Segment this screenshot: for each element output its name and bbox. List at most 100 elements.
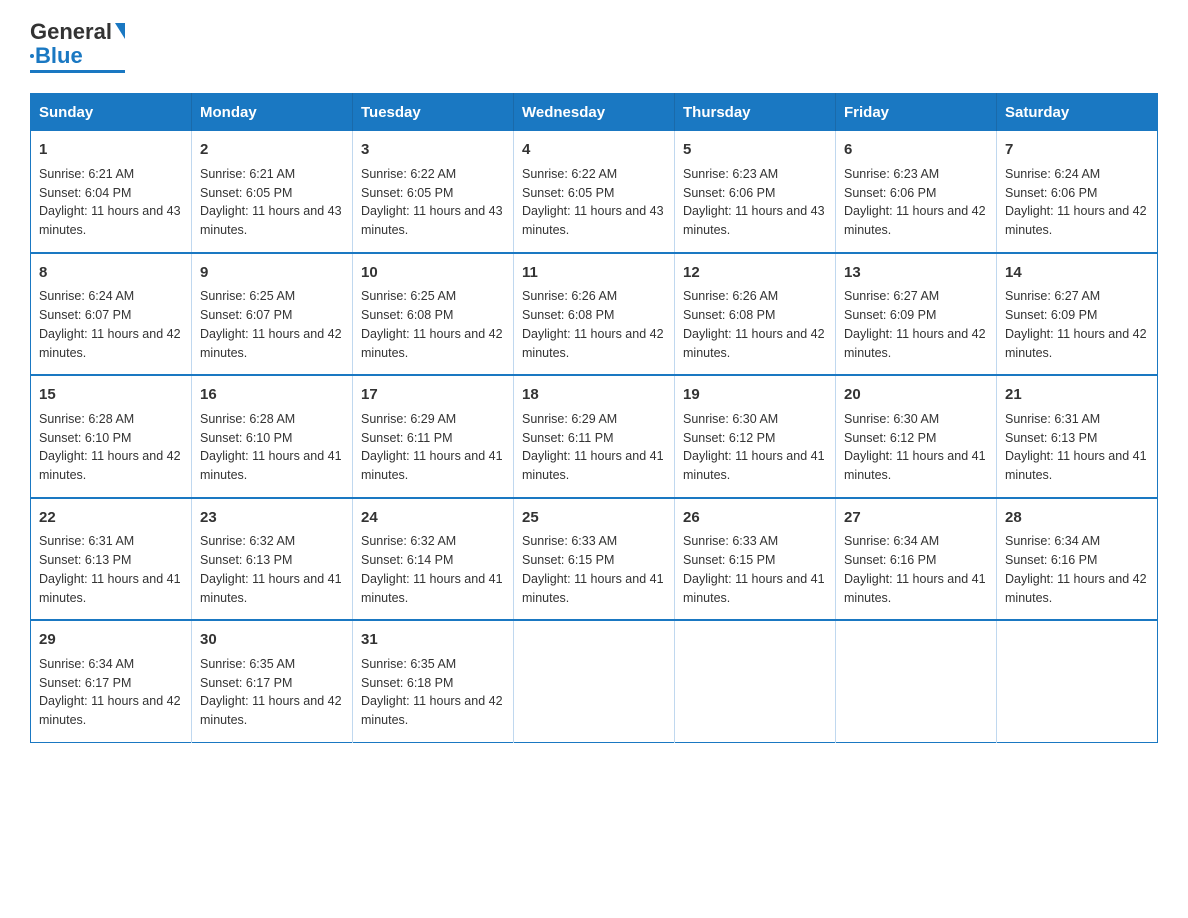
- sunrise-info: Sunrise: 6:30 AM: [844, 412, 939, 426]
- calendar-cell: 1Sunrise: 6:21 AMSunset: 6:04 PMDaylight…: [31, 131, 192, 253]
- daylight-info: Daylight: 11 hours and 41 minutes.: [683, 572, 825, 605]
- calendar-week-row: 15 Sunrise: 6:28 AM Sunset: 6:10 PM Dayligh…: [31, 375, 1158, 498]
- calendar-cell: [836, 620, 997, 742]
- calendar-cell: 13Sunrise: 6:27 AMSunset: 6:09 PMDayligh…: [836, 253, 997, 376]
- day-number: 8: [39, 262, 183, 285]
- sunset-info: Sunset: 6:15 PM: [683, 553, 775, 567]
- logo-text-blue: Blue: [35, 44, 83, 68]
- calendar-table: SundayMondayTuesdayWednesdayThursdayFrid…: [30, 93, 1158, 743]
- daylight-info: Daylight: 11 hours and 43 minutes.: [361, 204, 503, 237]
- daylight-info: Daylight: 11 hours and 42 minutes.: [361, 327, 503, 360]
- column-header-saturday: Saturday: [997, 94, 1158, 132]
- day-number: 29: [39, 629, 183, 652]
- sunset-info: Sunset: 6:07 PM: [39, 308, 131, 322]
- sunrise-info: Sunrise: 6:23 AM: [683, 167, 778, 181]
- logo-underline: [30, 70, 125, 73]
- daylight-info: Daylight: 11 hours and 42 minutes.: [844, 327, 986, 360]
- calendar-cell: 9Sunrise: 6:25 AMSunset: 6:07 PMDaylight…: [192, 253, 353, 376]
- day-number: 2: [200, 139, 344, 162]
- day-number: 15: [39, 384, 183, 407]
- calendar-cell: 31Sunrise: 6:35 AMSunset: 6:18 PMDayligh…: [353, 620, 514, 742]
- daylight-info: Daylight: 11 hours and 43 minutes.: [200, 204, 342, 237]
- sunset-info: Sunset: 6:04 PM: [39, 186, 131, 200]
- sunset-info: Sunset: 6:13 PM: [200, 553, 292, 567]
- calendar-cell: [675, 620, 836, 742]
- daylight-info: Daylight: 11 hours and 41 minutes.: [200, 449, 342, 482]
- day-number: 13: [844, 262, 988, 285]
- calendar-cell: 15 Sunrise: 6:28 AM Sunset: 6:10 PM Dayligh…: [31, 375, 192, 498]
- daylight-info: Daylight: 11 hours and 43 minutes.: [522, 204, 664, 237]
- sunrise-info: Sunrise: 6:28 AM: [39, 412, 134, 426]
- sunset-info: Sunset: 6:06 PM: [683, 186, 775, 200]
- calendar-cell: 23Sunrise: 6:32 AMSunset: 6:13 PMDayligh…: [192, 498, 353, 621]
- sunrise-info: Sunrise: 6:24 AM: [39, 289, 134, 303]
- day-number: 14: [1005, 262, 1149, 285]
- calendar-cell: 7Sunrise: 6:24 AMSunset: 6:06 PMDaylight…: [997, 131, 1158, 253]
- day-number: 17: [361, 384, 505, 407]
- calendar-cell: 11Sunrise: 6:26 AMSunset: 6:08 PMDayligh…: [514, 253, 675, 376]
- sunrise-info: Sunrise: 6:33 AM: [683, 534, 778, 548]
- sunrise-info: Sunrise: 6:27 AM: [1005, 289, 1100, 303]
- sunrise-info: Sunrise: 6:31 AM: [1005, 412, 1100, 426]
- sunset-info: Sunset: 6:06 PM: [844, 186, 936, 200]
- logo-text-general: General: [30, 20, 112, 44]
- page-header: General Blue: [30, 20, 1158, 73]
- day-number: 11: [522, 262, 666, 285]
- sunrise-info: Sunrise: 6:24 AM: [1005, 167, 1100, 181]
- day-number: 26: [683, 507, 827, 530]
- sunrise-info: Sunrise: 6:23 AM: [844, 167, 939, 181]
- sunrise-info: Sunrise: 6:22 AM: [361, 167, 456, 181]
- daylight-info: Daylight: 11 hours and 42 minutes.: [39, 327, 181, 360]
- day-number: 1: [39, 139, 183, 162]
- sunset-info: Sunset: 6:10 PM: [200, 431, 292, 445]
- calendar-cell: 30Sunrise: 6:35 AMSunset: 6:17 PMDayligh…: [192, 620, 353, 742]
- sunset-info: Sunset: 6:15 PM: [522, 553, 614, 567]
- calendar-cell: 19Sunrise: 6:30 AMSunset: 6:12 PMDayligh…: [675, 375, 836, 498]
- column-header-friday: Friday: [836, 94, 997, 132]
- sunset-info: Sunset: 6:10 PM: [39, 431, 131, 445]
- daylight-info: Daylight: 11 hours and 42 minutes.: [522, 327, 664, 360]
- sunset-info: Sunset: 6:17 PM: [39, 676, 131, 690]
- column-header-monday: Monday: [192, 94, 353, 132]
- daylight-info: Daylight: 11 hours and 42 minutes.: [683, 327, 825, 360]
- calendar-cell: 22Sunrise: 6:31 AMSunset: 6:13 PMDayligh…: [31, 498, 192, 621]
- calendar-cell: 5Sunrise: 6:23 AMSunset: 6:06 PMDaylight…: [675, 131, 836, 253]
- calendar-cell: 2Sunrise: 6:21 AMSunset: 6:05 PMDaylight…: [192, 131, 353, 253]
- calendar-cell: 26 Sunrise: 6:33 AM Sunset: 6:15 PM Dayligh…: [675, 498, 836, 621]
- sunrise-info: Sunrise: 6:32 AM: [200, 534, 295, 548]
- logo-arrow-icon: [115, 23, 125, 39]
- sunset-info: Sunset: 6:17 PM: [200, 676, 292, 690]
- daylight-info: Daylight: 11 hours and 42 minutes.: [1005, 572, 1147, 605]
- sunset-info: Sunset: 6:05 PM: [361, 186, 453, 200]
- calendar-week-row: 1Sunrise: 6:21 AMSunset: 6:04 PMDaylight…: [31, 131, 1158, 253]
- day-number: 3: [361, 139, 505, 162]
- sunset-info: Sunset: 6:11 PM: [522, 431, 614, 445]
- daylight-info: Daylight: 11 hours and 42 minutes.: [200, 694, 342, 727]
- day-number: 19: [683, 384, 827, 407]
- daylight-info: Daylight: 11 hours and 42 minutes.: [844, 204, 986, 237]
- sunset-info: Sunset: 6:08 PM: [361, 308, 453, 322]
- day-number: 25: [522, 507, 666, 530]
- day-number: 23: [200, 507, 344, 530]
- calendar-cell: 17Sunrise: 6:29 AMSunset: 6:11 PMDayligh…: [353, 375, 514, 498]
- daylight-info: Daylight: 11 hours and 42 minutes.: [200, 327, 342, 360]
- daylight-info: Daylight: 11 hours and 41 minutes.: [683, 449, 825, 482]
- calendar-cell: [997, 620, 1158, 742]
- day-number: 24: [361, 507, 505, 530]
- day-number: 20: [844, 384, 988, 407]
- day-number: 16: [200, 384, 344, 407]
- sunset-info: Sunset: 6:09 PM: [844, 308, 936, 322]
- calendar-cell: 10Sunrise: 6:25 AMSunset: 6:08 PMDayligh…: [353, 253, 514, 376]
- day-number: 28: [1005, 507, 1149, 530]
- daylight-info: Daylight: 11 hours and 43 minutes.: [683, 204, 825, 237]
- sunrise-info: Sunrise: 6:33 AM: [522, 534, 617, 548]
- sunset-info: Sunset: 6:11 PM: [361, 431, 453, 445]
- sunrise-info: Sunrise: 6:31 AM: [39, 534, 134, 548]
- sunset-info: Sunset: 6:18 PM: [361, 676, 453, 690]
- daylight-info: Daylight: 11 hours and 41 minutes.: [39, 572, 181, 605]
- sunrise-info: Sunrise: 6:26 AM: [683, 289, 778, 303]
- daylight-info: Daylight: 11 hours and 42 minutes.: [39, 449, 181, 482]
- calendar-cell: 28Sunrise: 6:34 AMSunset: 6:16 PMDayligh…: [997, 498, 1158, 621]
- calendar-cell: 8 Sunrise: 6:24 AM Sunset: 6:07 PM Daylight…: [31, 253, 192, 376]
- sunrise-info: Sunrise: 6:34 AM: [1005, 534, 1100, 548]
